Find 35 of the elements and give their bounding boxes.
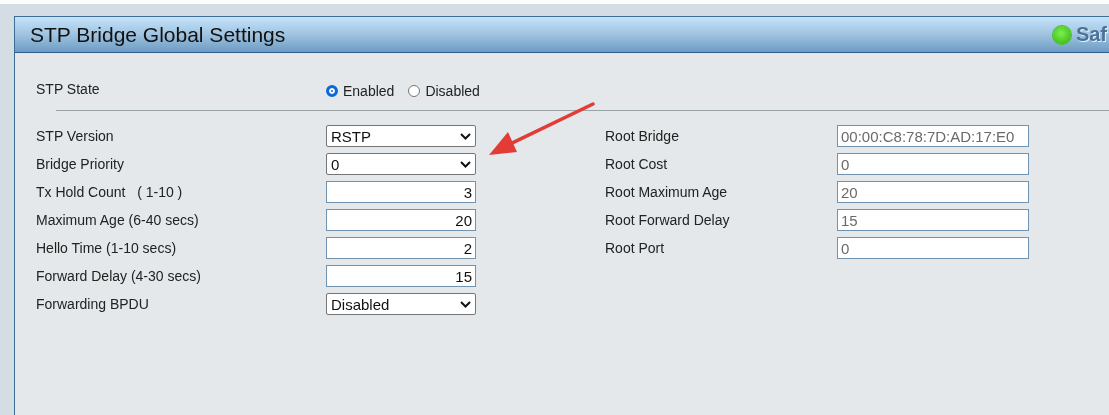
number-field[interactable]: 2 — [326, 237, 476, 259]
readonly-field[interactable]: 0 — [837, 153, 1029, 175]
field-label: Bridge Priority — [36, 156, 125, 172]
field-label: Root Port — [605, 240, 666, 256]
field-label: Forwarding BPDU — [36, 296, 150, 312]
radio-label: Disabled — [425, 82, 480, 99]
readonly-field[interactable]: 00:00:C8:78:7D:AD:17:E0 — [837, 125, 1029, 147]
readonly-field[interactable]: 0 — [837, 237, 1029, 259]
readonly-field[interactable]: 20 — [837, 181, 1029, 203]
field-label: Root Cost — [605, 156, 669, 172]
field-label: Hello Time (1-10 secs) — [36, 240, 178, 256]
number-field[interactable]: 3 — [326, 181, 476, 203]
dropdown-field[interactable]: 0 — [326, 153, 476, 175]
field-label: Root Bridge — [605, 128, 680, 144]
status-text: Saf — [1075, 23, 1107, 46]
number-field[interactable]: 20 — [326, 209, 476, 231]
field-label: STP Version — [36, 128, 115, 144]
status-dot-icon — [1052, 25, 1071, 44]
readonly-field[interactable]: 15 — [837, 209, 1029, 231]
chevron-down-icon — [460, 132, 471, 140]
field-label: Root Forward Delay — [605, 212, 731, 228]
field-label: STP State — [36, 81, 101, 97]
number-field[interactable]: 15 — [326, 265, 476, 287]
chevron-down-icon — [460, 160, 471, 168]
field-label: Root Maximum Age — [605, 184, 729, 200]
field-label: Tx Hold Count ( 1-10 ) — [36, 184, 184, 200]
panel-title: STP Bridge Global Settings — [30, 22, 286, 47]
dropdown-field[interactable]: Disabled — [326, 293, 476, 315]
chevron-down-icon — [460, 300, 471, 308]
dropdown-field[interactable]: RSTP — [326, 125, 476, 147]
radio-button[interactable] — [408, 84, 421, 97]
radio-label: Enabled — [343, 82, 395, 99]
radio-button[interactable] — [326, 84, 338, 97]
field-label: Forward Delay (4-30 secs) — [36, 268, 202, 284]
field-label: Maximum Age (6-40 secs) — [36, 212, 200, 228]
